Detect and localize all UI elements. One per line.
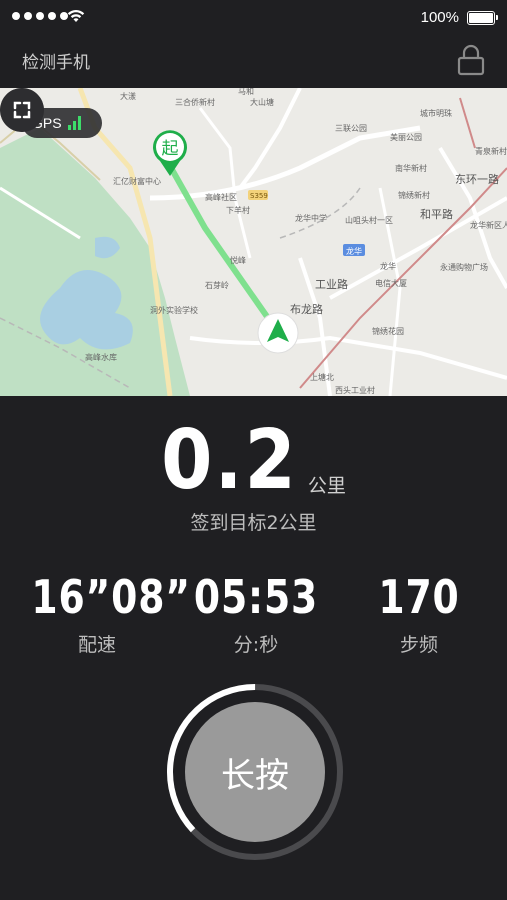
- time-stat: 05:53 分:秒: [176, 574, 336, 657]
- map-label: 大山塘: [250, 97, 274, 107]
- time-label: 分:秒: [233, 634, 279, 656]
- cadence-stat: 170 步频: [339, 574, 499, 657]
- distance-unit: 公里: [307, 475, 346, 497]
- map-label: 锦绣新村: [398, 190, 430, 200]
- map-label: 锦绣花园: [372, 326, 404, 336]
- map-label: 龙华新区人民医院: [470, 220, 507, 230]
- map-label: 石芽岭: [205, 280, 229, 290]
- start-marker-label: 起: [162, 139, 179, 159]
- route-map[interactable]: 大漾 三合侨新村 马和 大山塘 三联公园 汇亿财富中心 高峰社区 下羊村 龙华中…: [0, 88, 507, 396]
- map-road-label: 和平路: [420, 208, 453, 221]
- map-label: 高峰社区: [205, 192, 237, 202]
- cadence-label: 步频: [399, 634, 438, 656]
- distance-display: 0.2 公里: [0, 420, 507, 502]
- app-header: 检测手机: [0, 36, 507, 88]
- map-label: 悦峰: [230, 255, 246, 265]
- map-label: 山咀头村一区: [345, 215, 393, 225]
- pace-value: 16”08”: [31, 570, 191, 624]
- wifi-icon: [67, 10, 85, 22]
- map-label: 马和: [238, 88, 254, 96]
- expand-icon[interactable]: [0, 88, 44, 132]
- map-label: 美丽公园: [390, 132, 422, 142]
- map-label: 电信大厦: [375, 278, 407, 288]
- target-text: 签到目标2公里: [190, 512, 317, 534]
- current-location-icon: [257, 312, 299, 354]
- metro-station-label: 龙华: [346, 246, 362, 256]
- header-title: 检测手机: [22, 53, 90, 73]
- battery-percentage: 100%: [420, 9, 459, 26]
- map-label: 南华新村: [395, 163, 427, 173]
- start-marker-icon[interactable]: 起: [153, 130, 188, 176]
- pace-label: 配速: [77, 634, 116, 656]
- map-label: 龙华: [380, 261, 396, 271]
- signal-strength-icon: [12, 12, 68, 20]
- map-label: 高峰水库: [85, 352, 117, 362]
- time-value: 05:53: [193, 570, 319, 624]
- map-label: 大漾: [120, 91, 136, 101]
- lock-icon[interactable]: [457, 44, 485, 76]
- status-bar: 100%: [0, 0, 507, 36]
- map-label: 洞外实验学校: [150, 305, 198, 315]
- map-label: 三合侨新村: [175, 97, 215, 107]
- long-press-control[interactable]: 长按: [166, 683, 344, 861]
- gps-signal-icon: [67, 116, 81, 130]
- map-label: 永通购物广场: [440, 262, 488, 272]
- map-road-label: 东环一路: [455, 173, 499, 186]
- battery-icon: [467, 11, 498, 25]
- map-label: 西头工业村: [335, 385, 375, 395]
- pace-stat: 16”08” 配速: [17, 570, 191, 657]
- map-label: 汇亿财富中心: [113, 176, 161, 186]
- map-label: 龙华中学: [295, 213, 327, 223]
- cadence-value: 170: [378, 570, 460, 624]
- map-road-label: 布龙路: [290, 303, 323, 316]
- map-road-label: 工业路: [315, 278, 348, 291]
- long-press-button[interactable]: 长按: [185, 702, 325, 842]
- distance-value: 0.2: [161, 413, 298, 508]
- map-label: 城市明珠: [420, 108, 452, 118]
- highway-label: S359: [250, 192, 268, 200]
- map-label: 青泉新村: [475, 146, 507, 156]
- map-label: 上塘北: [310, 372, 334, 382]
- map-label: 下羊村: [226, 205, 250, 215]
- map-label: 三联公园: [335, 124, 367, 133]
